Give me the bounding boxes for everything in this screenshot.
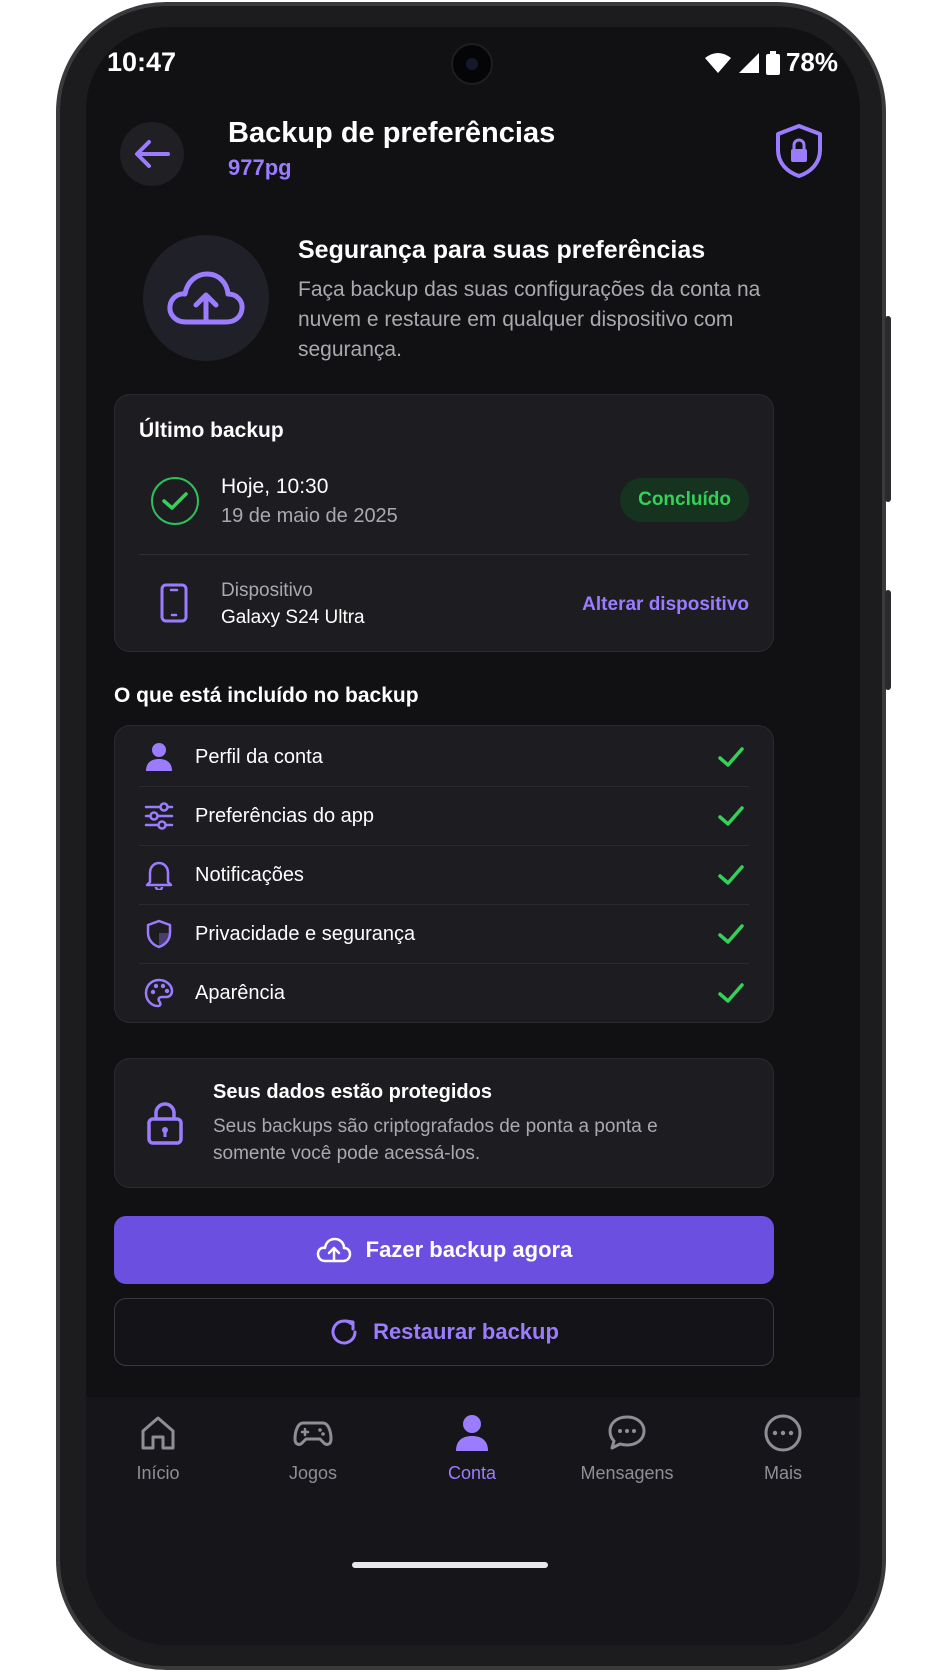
home-icon: [141, 1416, 175, 1450]
restore-backup-label: Restaurar backup: [373, 1319, 559, 1344]
device-label: Dispositivo: [221, 580, 313, 601]
list-item-label: Perfil da conta: [195, 745, 323, 768]
included-list: Perfil da conta Preferências do app Noti…: [114, 725, 774, 1023]
nav-label: Mais: [763, 1463, 802, 1483]
smartphone-icon: [160, 583, 188, 623]
status-time: 10:47: [107, 47, 177, 77]
nav-item-account[interactable]: Conta: [407, 1413, 537, 1484]
nav-item-home[interactable]: Início: [93, 1413, 223, 1484]
check-icon: [718, 865, 744, 885]
bell-icon: [143, 859, 175, 891]
check-icon: [718, 747, 744, 767]
status-badge: Concluído: [620, 478, 749, 522]
check-icon: [718, 806, 744, 826]
cloud-upload-icon: [316, 1237, 351, 1263]
volume-button: [885, 316, 891, 502]
success-check-icon: [151, 477, 199, 525]
check-icon: [718, 924, 744, 944]
status-bar: 10:47 78%: [86, 27, 860, 97]
device-name: Galaxy S24 Ultra: [221, 607, 365, 628]
screen: 10:47 78% Backup de preferências 977pg S…: [86, 27, 860, 1645]
last-backup-card: Último backup Hoje, 10:30 19 de maio de …: [114, 394, 774, 652]
nav-item-messages[interactable]: Mensagens: [562, 1413, 692, 1484]
list-item-appearance[interactable]: Aparência: [139, 964, 749, 1022]
palette-icon: [143, 977, 175, 1009]
list-item-app-preferences[interactable]: Preferências do app: [139, 787, 749, 845]
page-title: Backup de preferências: [228, 117, 556, 149]
divider: [139, 554, 749, 555]
backup-now-label: Fazer backup agora: [365, 1237, 573, 1262]
list-item-label: Privacidade e segurança: [195, 922, 416, 945]
account-username: 977pg: [228, 155, 292, 180]
cloud-upload-badge: [143, 235, 269, 361]
battery-percentage: 78%: [785, 47, 838, 77]
list-item-profile[interactable]: Perfil da conta: [139, 728, 749, 786]
protection-description: Seus backups são criptografados de ponta…: [213, 1116, 658, 1164]
sliders-icon: [143, 800, 175, 832]
security-shield-icon[interactable]: [774, 123, 824, 179]
wifi-icon: [704, 52, 731, 73]
list-item-notifications[interactable]: Notificações: [139, 846, 749, 904]
front-camera: [451, 43, 493, 85]
nav-item-games[interactable]: Jogos: [248, 1413, 378, 1484]
nav-label: Início: [136, 1463, 180, 1483]
restore-backup-button[interactable]: Restaurar backup: [114, 1298, 774, 1366]
person-icon: [456, 1415, 488, 1451]
last-backup-label: Último backup: [139, 419, 284, 442]
person-icon: [143, 741, 175, 773]
lock-icon: [147, 1102, 183, 1145]
last-backup-date: 19 de maio de 2025: [221, 505, 398, 527]
intro-description: Faça backup das suas configurações da co…: [298, 278, 761, 361]
nav-label: Jogos: [288, 1463, 338, 1483]
refresh-icon: [331, 1319, 357, 1345]
protection-title: Seus dados estão protegidos: [213, 1081, 492, 1103]
included-section-title: O que está incluído no backup: [114, 684, 419, 707]
gamepad-icon: [293, 1421, 333, 1446]
home-indicator[interactable]: [352, 1562, 548, 1568]
back-button[interactable]: [120, 122, 184, 186]
last-backup-time: Hoje, 10:30: [221, 475, 329, 498]
shield-icon: [143, 918, 175, 950]
cloud-upload-icon: [167, 271, 245, 325]
bottom-navigation: Início Jogos Conta Mensagens Mais: [86, 1397, 860, 1645]
list-item-privacy[interactable]: Privacidade e segurança: [139, 905, 749, 963]
list-item-label: Aparência: [195, 981, 286, 1004]
nav-item-more[interactable]: Mais: [718, 1413, 848, 1484]
data-protection-card: Seus dados estão protegidos Seus backups…: [114, 1058, 774, 1188]
nav-label: Conta: [447, 1463, 497, 1483]
arrow-left-icon: [135, 140, 170, 168]
status-icons: 78%: [704, 47, 838, 78]
power-button: [885, 590, 891, 690]
nav-label: Mensagens: [580, 1463, 674, 1483]
battery-icon: [765, 50, 780, 75]
backup-now-button[interactable]: Fazer backup agora: [114, 1216, 774, 1284]
intro-title: Segurança para suas preferências: [298, 236, 706, 264]
chat-icon: [608, 1415, 646, 1450]
check-icon: [718, 983, 744, 1003]
list-item-label: Notificações: [195, 863, 304, 886]
list-item-label: Preferências do app: [195, 804, 375, 827]
signal-icon: [738, 52, 759, 73]
more-icon: [764, 1414, 802, 1452]
change-device-link[interactable]: Alterar dispositivo: [582, 594, 749, 616]
